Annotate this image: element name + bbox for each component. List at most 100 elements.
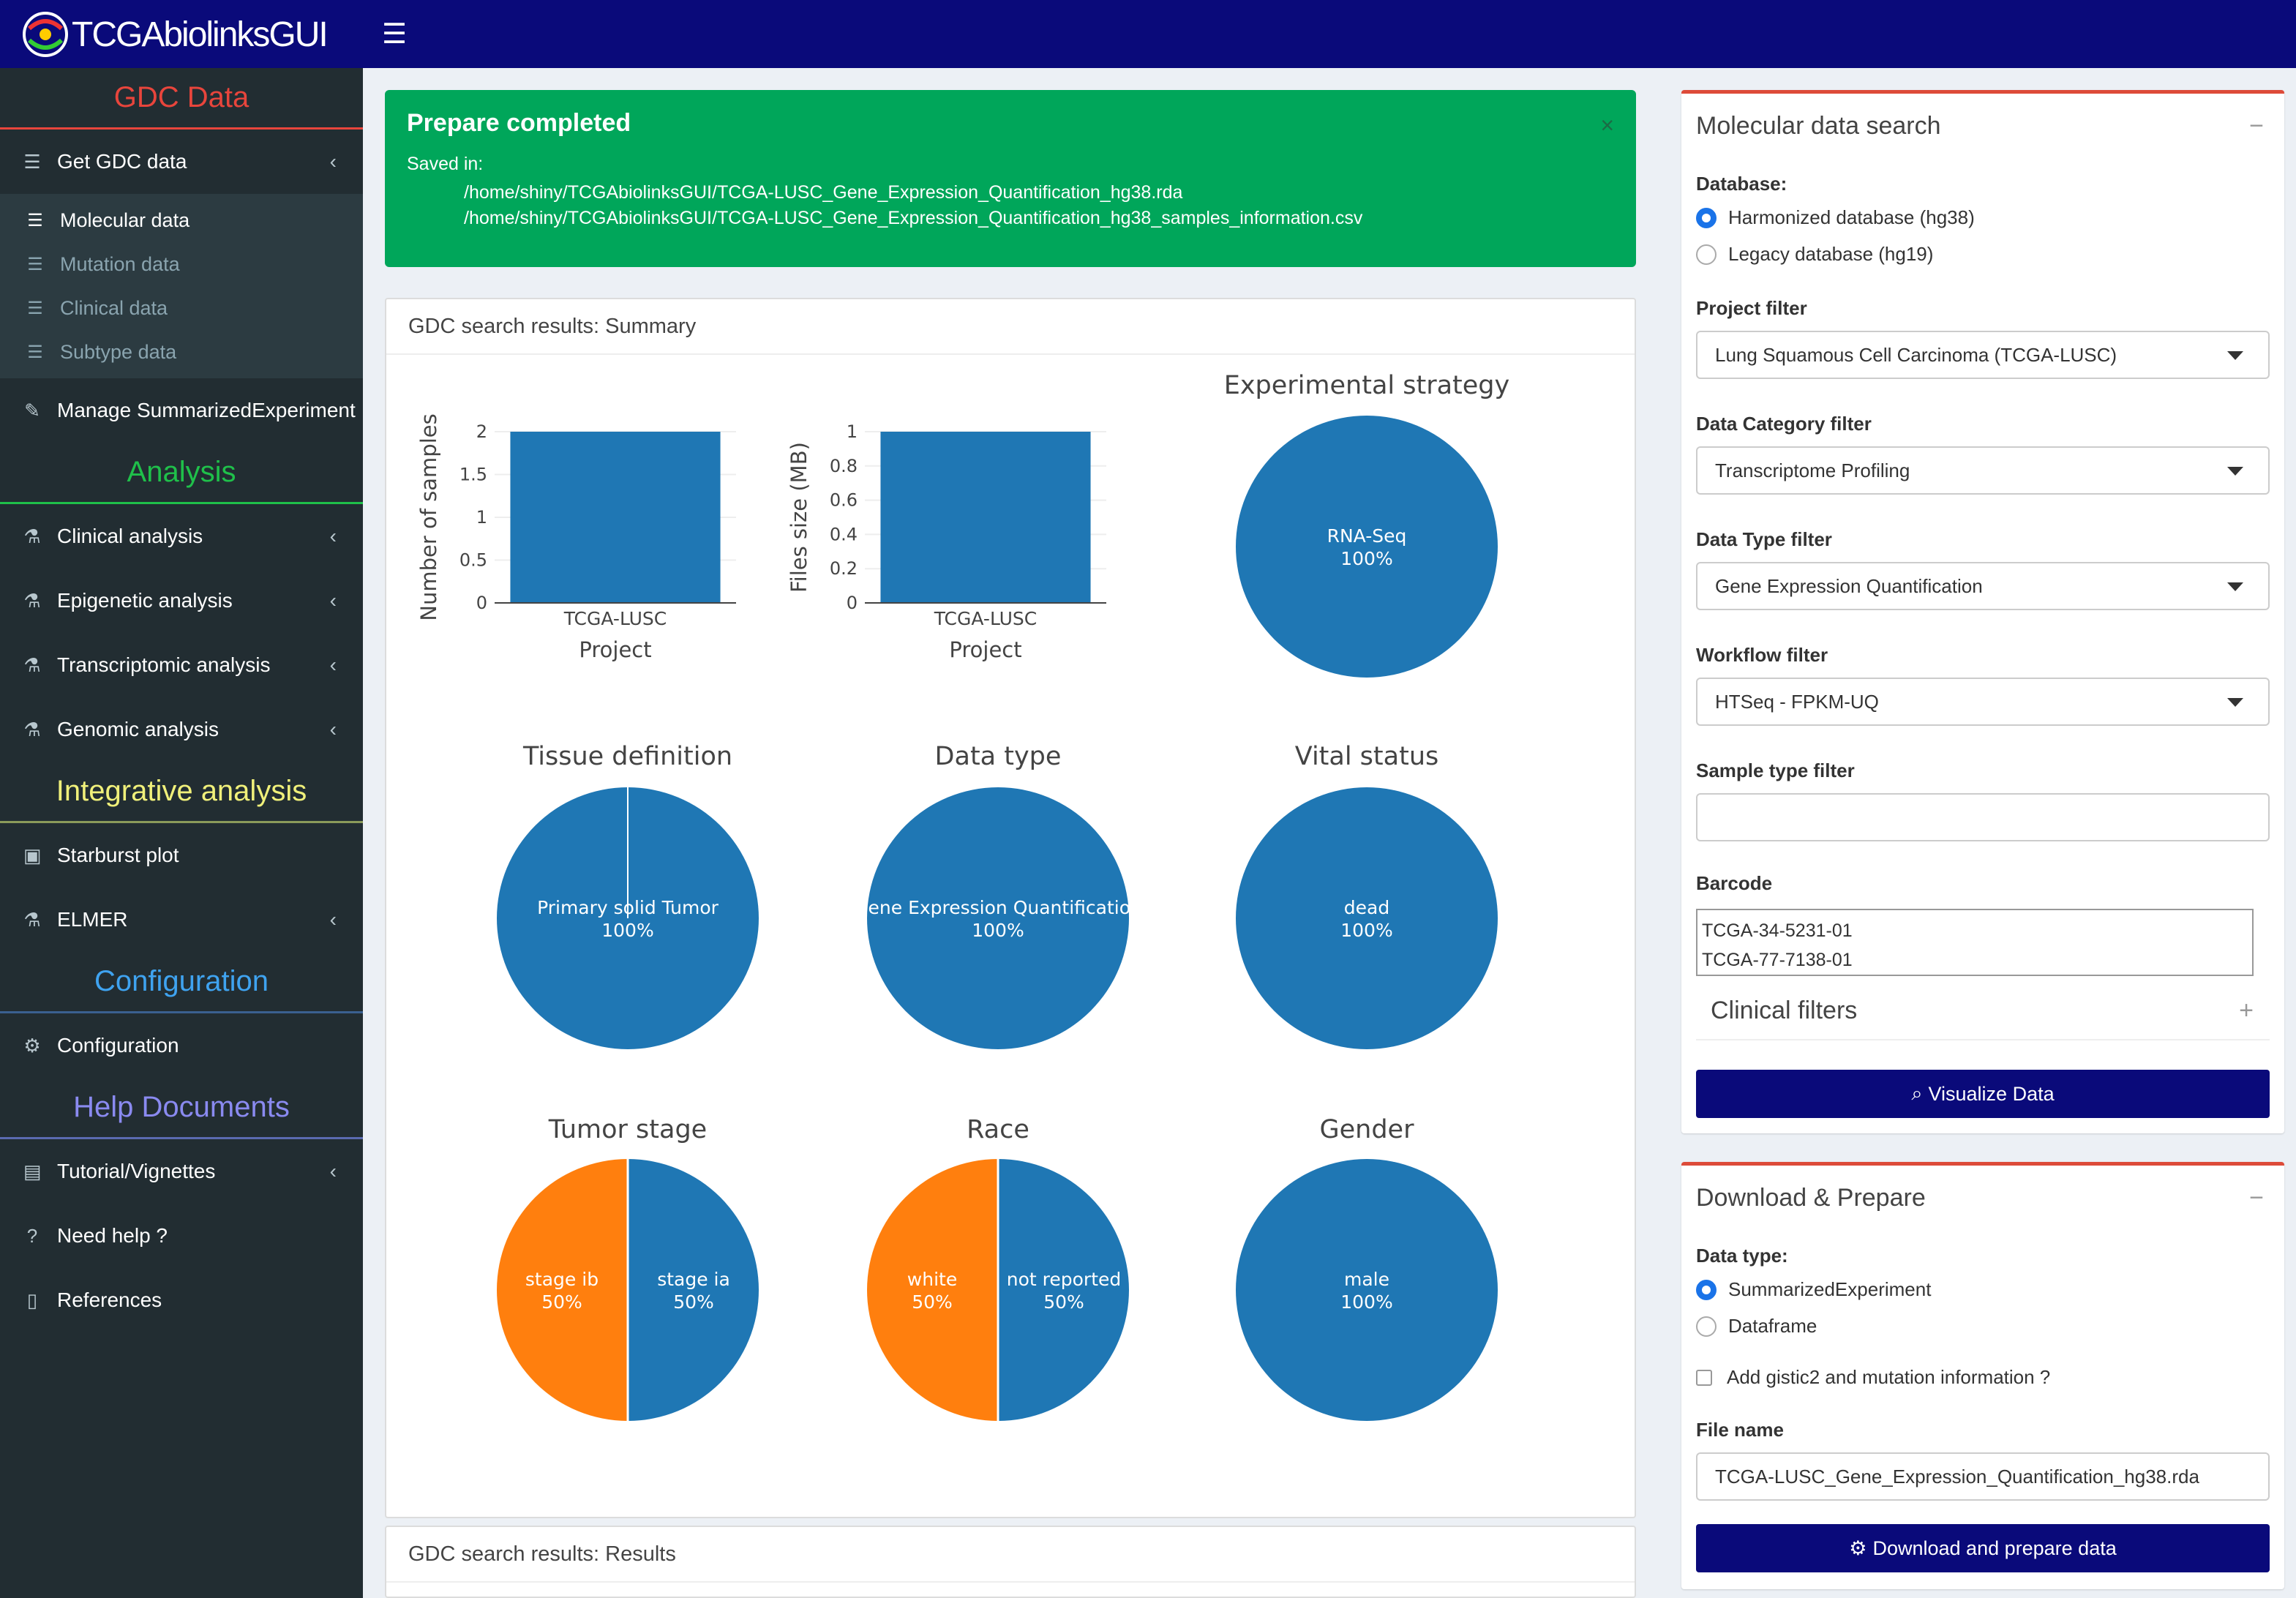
- sidebar-item-manage-se[interactable]: ✎ Manage SummarizedExperiment: [0, 378, 363, 443]
- radio-hg19[interactable]: Legacy database (hg19): [1696, 243, 1933, 266]
- radio-hg38[interactable]: Harmonized database (hg38): [1696, 206, 1975, 229]
- search-panel-header: Molecular data search −: [1696, 111, 2264, 140]
- top-header: TCGAbiolinksGUI ☰: [0, 0, 2296, 68]
- radio-unchecked-icon: [1696, 244, 1717, 265]
- pie-slice-percent: 100%: [601, 920, 653, 941]
- barcode-line: TCGA-77-7138-01: [1702, 950, 1853, 970]
- alert-path: /home/shiny/TCGAbiolinksGUI/TCGA-LUSC_Ge…: [464, 208, 1363, 228]
- y-tick-label: 1: [847, 421, 858, 442]
- category-filter-select[interactable]: Transcriptome Profiling: [1696, 446, 2270, 495]
- sidebar-item-starburst[interactable]: ▣ Starburst plot: [0, 823, 363, 888]
- chevron-left-icon: ‹: [329, 908, 337, 931]
- caret-down-icon: [2227, 582, 2243, 591]
- y-tick-label: 1: [476, 507, 487, 528]
- pie-slice: [867, 1159, 998, 1421]
- gistic-checkbox[interactable]: Add gistic2 and mutation information ?: [1696, 1366, 2050, 1389]
- file-name-label: File name: [1696, 1419, 1784, 1441]
- pie-slice-percent: 100%: [1340, 548, 1392, 569]
- y-axis-label: Number of samples: [416, 413, 441, 620]
- pie-slice-percent: 100%: [1340, 920, 1392, 941]
- summary-box: GDC search results: Summary 0 0.5 1 1.5 2 TCG…: [385, 298, 1636, 1518]
- download-prepare-panel: Download & Prepare − Data type: Summarize…: [1681, 1162, 2284, 1589]
- pie-slice-label: Gene Expression Quantification: [854, 897, 1142, 918]
- radio-summarizedexperiment[interactable]: SummarizedExperiment: [1696, 1278, 1931, 1301]
- prepare-completed-alert: Prepare completed Saved in: /home/shiny/…: [385, 90, 1636, 267]
- pie-chart-3: Data type Gene Expression Quantification1…: [854, 742, 1142, 1049]
- sidebar-item-references[interactable]: ▯ References: [0, 1268, 363, 1332]
- database-label: Database:: [1696, 173, 1787, 195]
- pie-slice-label: male: [1344, 1269, 1389, 1290]
- y-tick-label: 0.4: [830, 524, 858, 544]
- results-box-title: GDC search results: Results: [386, 1527, 1635, 1583]
- pencil-icon: ✎: [24, 399, 40, 421]
- pie-slice: [497, 1159, 628, 1421]
- sidebar-item-subtype-data[interactable]: ☰ Subtype data: [0, 330, 363, 374]
- file-name-input[interactable]: TCGA-LUSC_Gene_Expression_Quantification…: [1696, 1452, 2270, 1501]
- database-icon: ☰: [23, 150, 41, 173]
- question-icon: ?: [26, 1224, 38, 1247]
- collapse-icon[interactable]: −: [2249, 112, 2264, 140]
- x-axis-label: Project: [949, 637, 1021, 662]
- alert-saved-label: Saved in:: [407, 154, 484, 174]
- pie-title: Race: [967, 1115, 1029, 1144]
- project-filter-label: Project filter: [1696, 297, 1807, 319]
- pie-title: Data type: [935, 742, 1062, 771]
- close-icon[interactable]: ×: [1600, 112, 1614, 139]
- barcode-textarea[interactable]: TCGA-34-5231-01 TCGA-77-7138-01: [1696, 909, 2254, 976]
- flask-icon: ⚗: [23, 908, 41, 931]
- sidebar-item-transcriptomic-analysis[interactable]: ⚗ Transcriptomic analysis ‹: [0, 633, 363, 697]
- pie-chart-4: Vital status dead100%: [1236, 742, 1498, 1049]
- collapse-icon[interactable]: −: [2249, 1184, 2264, 1212]
- checkbox-icon: [1696, 1369, 1712, 1386]
- pie-title: Tissue definition: [522, 742, 732, 771]
- pie-title: Gender: [1320, 1115, 1415, 1144]
- pie-slice-label: Primary solid Tumor: [537, 897, 719, 918]
- data-type-label: Data type:: [1696, 1245, 1788, 1267]
- clinical-filters-toggle[interactable]: Clinical filters +: [1696, 982, 2270, 1040]
- flask-icon: ⚗: [23, 525, 41, 547]
- sidebar-item-molecular-data[interactable]: ☰ Molecular data: [0, 198, 363, 242]
- sidebar-item-clinical-data[interactable]: ☰ Clinical data: [0, 286, 363, 330]
- chevron-left-icon: ‹: [329, 589, 337, 612]
- sidebar-item-mutation-data[interactable]: ☰ Mutation data: [0, 242, 363, 286]
- pie-slice-percent: 50%: [541, 1291, 582, 1313]
- pie-slice: [1236, 1159, 1498, 1421]
- download-prepare-button[interactable]: ⚙ Download and prepare data: [1696, 1524, 2270, 1572]
- flask-icon: ⚗: [23, 589, 41, 612]
- alert-path: /home/shiny/TCGAbiolinksGUI/TCGA-LUSC_Ge…: [464, 182, 1183, 203]
- y-tick-label: 0.2: [830, 558, 858, 579]
- hamburger-menu-icon[interactable]: ☰: [382, 18, 407, 50]
- summary-charts: 0 0.5 1 1.5 2 TCGA-LUSC Project Number of sampl…: [416, 371, 1509, 1421]
- type-filter-select[interactable]: Gene Expression Quantification: [1696, 562, 2270, 610]
- project-filter-select[interactable]: Lung Squamous Cell Carcinoma (TCGA-LUSC): [1696, 331, 2270, 379]
- y-axis-label: Files size (MB): [787, 442, 811, 593]
- alert-title: Prepare completed: [407, 109, 631, 137]
- x-tick-label: TCGA-LUSC: [934, 608, 1038, 629]
- sidebar-item-genomic-analysis[interactable]: ⚗ Genomic analysis ‹: [0, 697, 363, 762]
- sidebar-item-tutorial[interactable]: ▤ Tutorial/Vignettes ‹: [0, 1139, 363, 1204]
- x-axis-label: Project: [579, 637, 651, 662]
- radio-dataframe[interactable]: Dataframe: [1696, 1315, 1817, 1338]
- sidebar-item-elmer[interactable]: ⚗ ELMER ‹: [0, 888, 363, 952]
- sidebar-item-need-help[interactable]: ? Need help ?: [0, 1204, 363, 1268]
- database-icon: ☰: [27, 210, 43, 230]
- molecular-search-panel: Molecular data search − Database: Harmoni…: [1681, 90, 2284, 1133]
- database-icon: ☰: [27, 298, 43, 318]
- workflow-filter-select[interactable]: HTSeq - FPKM-UQ: [1696, 678, 2270, 726]
- sidebar-item-get-gdc-data[interactable]: ☰ Get GDC data ‹: [0, 130, 363, 194]
- sidebar-item-epigenetic-analysis[interactable]: ⚗ Epigenetic analysis ‹: [0, 569, 363, 633]
- submenu-gdc-data: ☰ Molecular data ☰ Mutation data ☰ Clinical…: [0, 194, 363, 378]
- y-tick-label: 2: [476, 421, 487, 442]
- sidebar-item-configuration[interactable]: ⚙ Configuration: [0, 1013, 363, 1078]
- visualize-data-button[interactable]: ⌕ Visualize Data: [1696, 1070, 2270, 1118]
- chevron-left-icon: ‹: [329, 525, 337, 547]
- database-icon: ☰: [27, 342, 43, 362]
- pie-title: Vital status: [1295, 742, 1438, 771]
- app-logo[interactable]: TCGAbiolinksGUI: [22, 9, 329, 60]
- flask-icon: ⚗: [23, 653, 41, 676]
- sidebar-item-clinical-analysis[interactable]: ⚗ Clinical analysis ‹: [0, 504, 363, 569]
- pie-slice-percent: 100%: [972, 920, 1024, 941]
- section-gdc-data: GDC Data: [0, 68, 363, 130]
- section-integrative: Integrative analysis: [0, 762, 363, 823]
- sample-type-input[interactable]: [1696, 793, 2270, 841]
